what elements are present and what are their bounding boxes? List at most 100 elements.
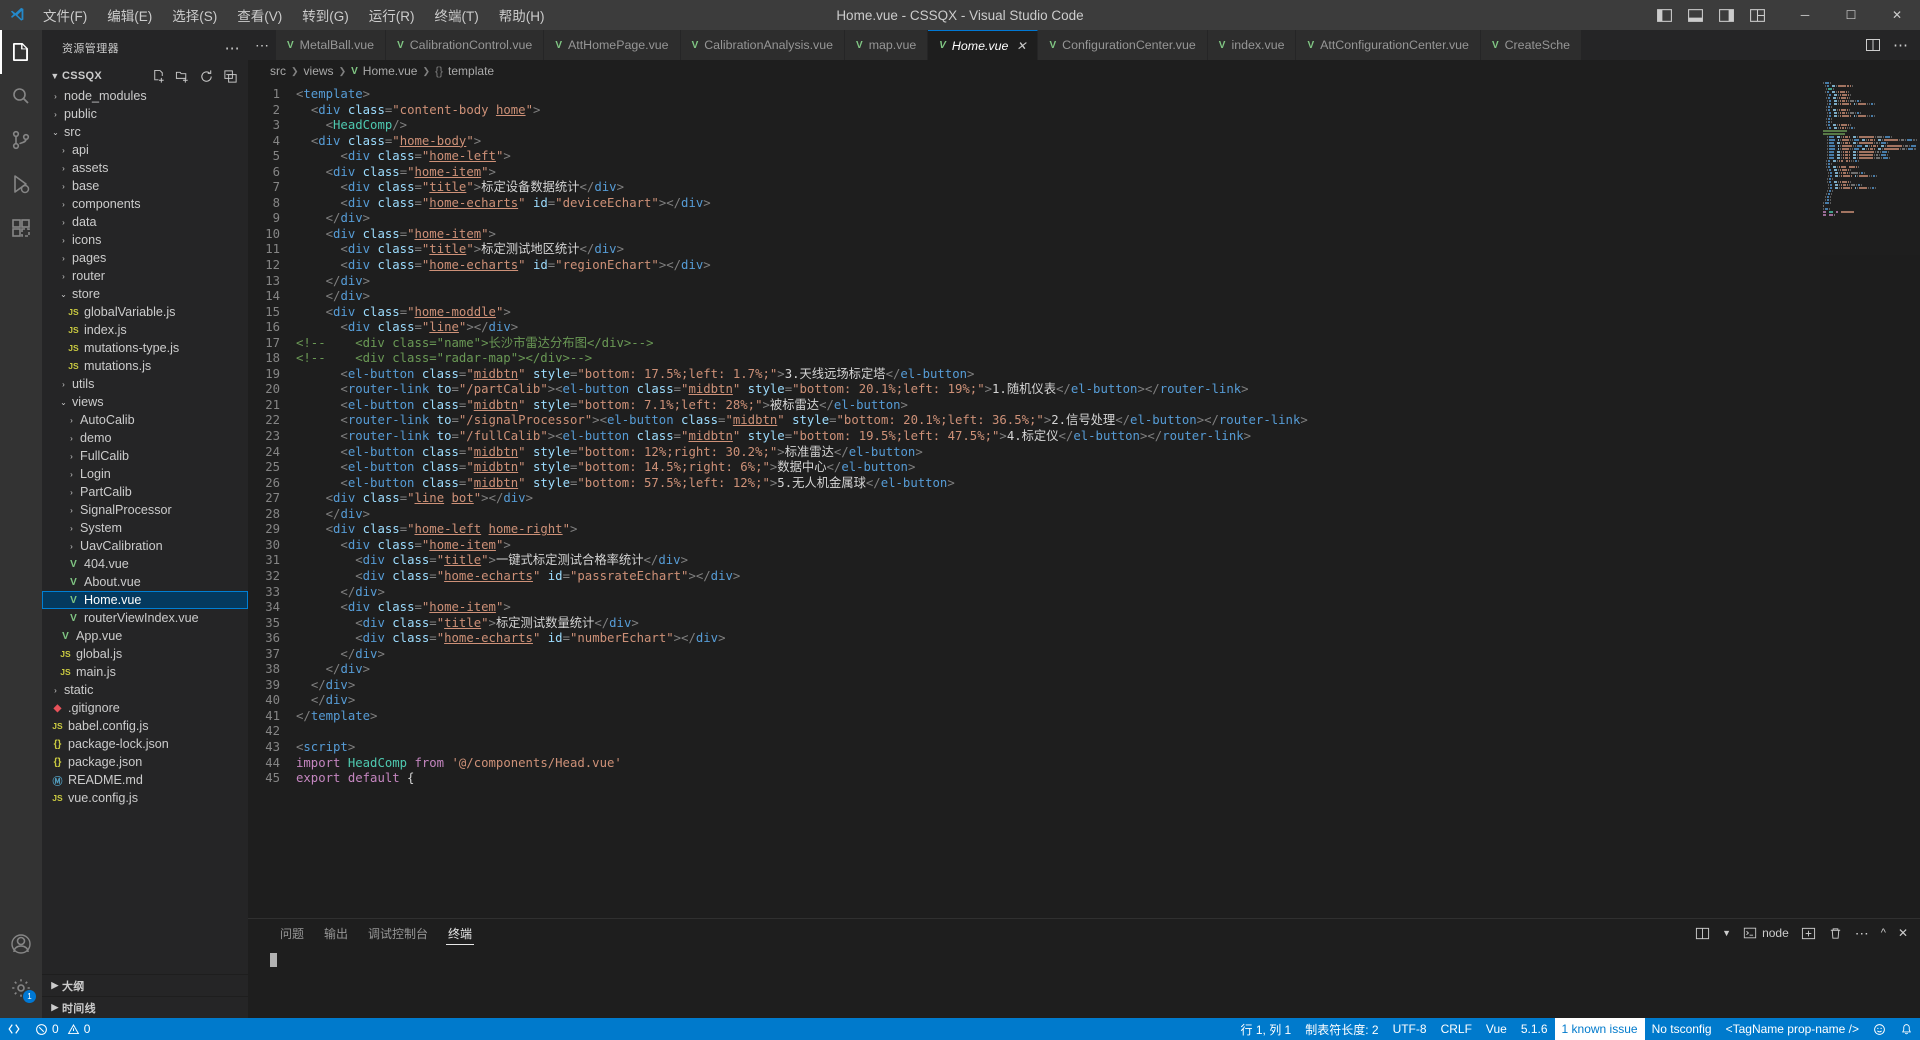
tree-item-babel-config-js[interactable]: JS babel.config.js bbox=[42, 717, 248, 735]
editor-more-actions-icon[interactable]: ⋯ bbox=[1893, 36, 1908, 54]
tree-item-signalprocessor[interactable]: › SignalProcessor bbox=[42, 501, 248, 519]
chevron-right-icon[interactable]: › bbox=[66, 416, 77, 425]
tree-item-home-vue[interactable]: V Home.vue bbox=[42, 591, 248, 609]
menu-view[interactable]: 查看(V) bbox=[228, 2, 291, 28]
editor-tab-calibrationanalysis-vue[interactable]: V CalibrationAnalysis.vue bbox=[680, 30, 846, 60]
chevron-right-icon[interactable]: › bbox=[66, 542, 77, 551]
chevron-down-icon[interactable]: ⌄ bbox=[58, 398, 69, 407]
activitybar-explorer[interactable] bbox=[0, 30, 42, 74]
chevron-right-icon[interactable]: › bbox=[66, 470, 77, 479]
activitybar-settings[interactable]: 1 bbox=[0, 966, 42, 1010]
tree-item-app-vue[interactable]: V App.vue bbox=[42, 627, 248, 645]
panel-bottom-icon[interactable] bbox=[1687, 7, 1704, 24]
chevron-right-icon[interactable]: › bbox=[58, 182, 69, 191]
chevron-right-icon[interactable]: › bbox=[58, 236, 69, 245]
chevron-down-icon[interactable]: ⌄ bbox=[50, 128, 61, 137]
explorer-more-icon[interactable]: ⋯ bbox=[225, 39, 240, 57]
tree-item-index-js[interactable]: JS index.js bbox=[42, 321, 248, 339]
tree-item-global-js[interactable]: JS global.js bbox=[42, 645, 248, 663]
tree-item-router[interactable]: › router bbox=[42, 267, 248, 285]
encoding-status[interactable]: UTF-8 bbox=[1386, 1018, 1434, 1040]
known-issue-status[interactable]: 1 known issue bbox=[1554, 1018, 1645, 1040]
code-editor[interactable]: 1 2 3 4 5 6 7 8 9 10 11 12 13 14 15 16 17 18 19 20 21 22 23 24 2… bbox=[248, 82, 1920, 918]
tree-item-node-modules[interactable]: › node_modules bbox=[42, 87, 248, 105]
editor-tab-home-vue[interactable]: V Home.vue ✕ bbox=[928, 30, 1039, 60]
panel-tab-terminal[interactable]: 终端 bbox=[438, 919, 482, 947]
close-button[interactable]: ✕ bbox=[1874, 0, 1920, 30]
menu-terminal[interactable]: 终端(T) bbox=[426, 2, 488, 28]
refresh-icon[interactable] bbox=[199, 69, 214, 84]
tree-item-src[interactable]: ⌄ src bbox=[42, 123, 248, 141]
activitybar-extensions[interactable] bbox=[0, 206, 42, 250]
outline-section[interactable]: ▶ 大纲 bbox=[42, 974, 248, 996]
chevron-right-icon[interactable]: › bbox=[50, 686, 61, 695]
new-folder-icon[interactable] bbox=[175, 69, 190, 84]
tree-item-assets[interactable]: › assets bbox=[42, 159, 248, 177]
tree-item-fullcalib[interactable]: › FullCalib bbox=[42, 447, 248, 465]
chevron-right-icon[interactable]: › bbox=[50, 92, 61, 101]
version-status[interactable]: 5.1.6 bbox=[1514, 1018, 1555, 1040]
tsconfig-status[interactable]: No tsconfig bbox=[1645, 1018, 1719, 1040]
maximize-panel-icon[interactable]: ^ bbox=[1881, 927, 1886, 939]
breadcrumb-symbol[interactable]: template bbox=[448, 64, 494, 78]
activitybar-accounts[interactable] bbox=[0, 922, 42, 966]
panel-tab-output[interactable]: 输出 bbox=[314, 919, 358, 947]
tree-item-package-lock-json[interactable]: {} package-lock.json bbox=[42, 735, 248, 753]
notifications-bell-icon[interactable] bbox=[1893, 1018, 1920, 1040]
close-panel-icon[interactable]: ✕ bbox=[1898, 926, 1908, 940]
editor-tab-map-vue[interactable]: Vmap.vue bbox=[845, 30, 929, 60]
tree-item-autocalib[interactable]: › AutoCalib bbox=[42, 411, 248, 429]
chevron-right-icon[interactable]: › bbox=[66, 506, 77, 515]
chevron-right-icon[interactable]: › bbox=[66, 488, 77, 497]
tabs-overflow-icon[interactable]: ⋯ bbox=[248, 30, 276, 60]
new-file-icon[interactable] bbox=[151, 69, 166, 84]
tree-item-mutations-js[interactable]: JS mutations.js bbox=[42, 357, 248, 375]
editor-tab-index-vue[interactable]: Vindex.vue bbox=[1207, 30, 1297, 60]
tree-item-pages[interactable]: › pages bbox=[42, 249, 248, 267]
chevron-right-icon[interactable]: › bbox=[58, 200, 69, 209]
chevron-right-icon[interactable]: › bbox=[66, 452, 77, 461]
editor-tab-calibrationcontrol-vue[interactable]: V CalibrationControl.vue bbox=[386, 30, 545, 60]
remote-indicator[interactable] bbox=[0, 1018, 28, 1040]
chevron-right-icon[interactable]: › bbox=[58, 380, 69, 389]
file-tree[interactable]: › node_modules › public ⌄ src › api › assets › base… bbox=[42, 87, 248, 974]
tree-item-static[interactable]: › static bbox=[42, 681, 248, 699]
menu-selection[interactable]: 选择(S) bbox=[163, 2, 226, 28]
editor-tab-createsche[interactable]: V CreateSche bbox=[1480, 30, 1583, 60]
cursor-position[interactable]: 行 1, 列 1 bbox=[1234, 1018, 1299, 1040]
chevron-right-icon[interactable]: › bbox=[50, 110, 61, 119]
panel-more-icon[interactable]: ⋯ bbox=[1855, 925, 1869, 942]
tree-item-login[interactable]: › Login bbox=[42, 465, 248, 483]
eol-status[interactable]: CRLF bbox=[1434, 1018, 1479, 1040]
tree-item-data[interactable]: › data bbox=[42, 213, 248, 231]
chevron-right-icon[interactable]: › bbox=[58, 164, 69, 173]
timeline-section[interactable]: ▶ 时间线 bbox=[42, 996, 248, 1018]
editor-tab-configurationcenter-vue[interactable]: V ConfigurationCenter.vue bbox=[1038, 30, 1208, 60]
menu-go[interactable]: 转到(G) bbox=[293, 2, 358, 28]
maximize-button[interactable]: ☐ bbox=[1828, 0, 1874, 30]
editor-tab-metalball-vue[interactable]: V MetalBall.vue bbox=[276, 30, 387, 60]
activitybar-run-debug[interactable] bbox=[0, 162, 42, 206]
tree-item-demo[interactable]: › demo bbox=[42, 429, 248, 447]
editor-tabs[interactable]: V MetalBall.vue V CalibrationControl.vue V At… bbox=[276, 30, 1853, 60]
problems-status[interactable]: 0 0 bbox=[28, 1018, 97, 1040]
tree-item-package-json[interactable]: {} package.json bbox=[42, 753, 248, 771]
tree-item-utils[interactable]: › utils bbox=[42, 375, 248, 393]
terminal-dropdown-chevron-icon[interactable]: ▼ bbox=[1722, 928, 1731, 938]
breadcrumb-views[interactable]: views bbox=[304, 64, 334, 78]
tree-item-vue-config-js[interactable]: JS vue.config.js bbox=[42, 789, 248, 807]
panel-tab-problems[interactable]: 问题 bbox=[270, 919, 314, 947]
activitybar-source-control[interactable] bbox=[0, 118, 42, 162]
indentation-status[interactable]: 制表符长度: 2 bbox=[1298, 1018, 1385, 1040]
split-terminal-icon[interactable] bbox=[1695, 926, 1710, 941]
panel-tab-debug-console[interactable]: 调试控制台 bbox=[358, 919, 438, 947]
menu-help[interactable]: 帮助(H) bbox=[490, 2, 554, 28]
tree-item-404-vue[interactable]: V 404.vue bbox=[42, 555, 248, 573]
tree-item-views[interactable]: ⌄ views bbox=[42, 393, 248, 411]
new-terminal-icon[interactable] bbox=[1801, 926, 1816, 941]
tree-item-partcalib[interactable]: › PartCalib bbox=[42, 483, 248, 501]
chevron-right-icon[interactable]: › bbox=[66, 434, 77, 443]
breadcrumb-src[interactable]: src bbox=[270, 64, 286, 78]
chevron-right-icon[interactable]: › bbox=[66, 524, 77, 533]
tree-item-globalvariable-js[interactable]: JS globalVariable.js bbox=[42, 303, 248, 321]
